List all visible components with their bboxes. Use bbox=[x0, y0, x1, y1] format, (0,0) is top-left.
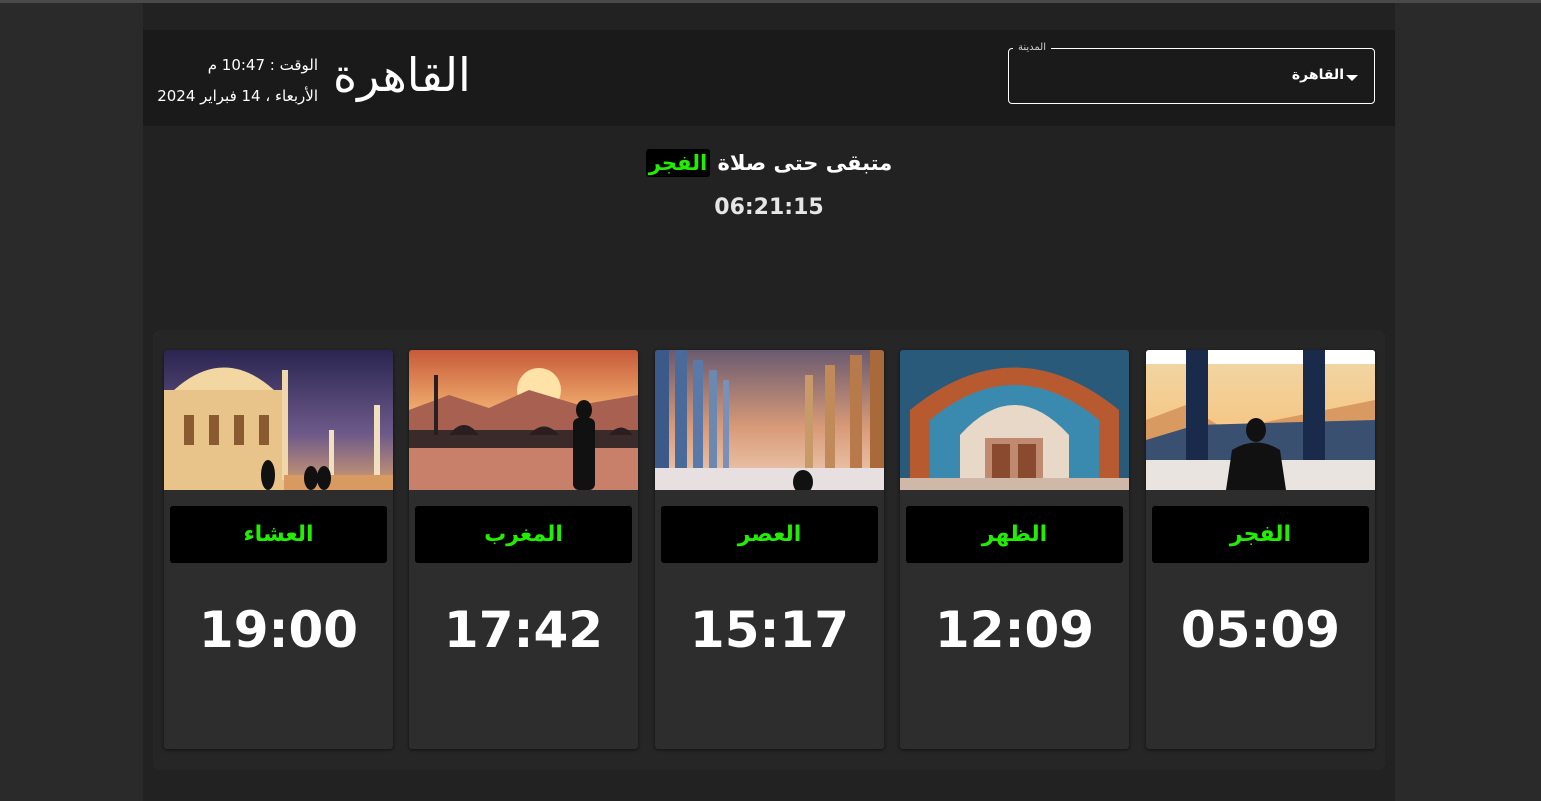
countdown-title: متبقى حتى صلاة الفجر bbox=[143, 145, 1395, 181]
prayer-time: 19:00 bbox=[198, 601, 359, 659]
chevron-down-icon bbox=[1346, 75, 1358, 81]
prayer-card-isha: العشاء 19:00 bbox=[164, 350, 393, 749]
header-bar: الوقت : 10:47 م الأربعاء ، 14 فبراير 202… bbox=[143, 30, 1395, 126]
mosque-night-icon bbox=[164, 350, 393, 490]
prayer-name: الفجر bbox=[1152, 506, 1369, 563]
city-title: القاهرة bbox=[333, 48, 471, 102]
countdown-prefix: متبقى حتى صلاة bbox=[717, 151, 893, 175]
prayer-card-dhuhr: الظهر 12:09 bbox=[900, 350, 1129, 749]
prayer-name: العصر bbox=[661, 506, 878, 563]
prayer-card-fajr: الفجر 05:09 bbox=[1146, 350, 1375, 749]
prayer-name: الظهر bbox=[906, 506, 1123, 563]
city-select-label: المدينة bbox=[1012, 41, 1051, 55]
prayer-name: المغرب bbox=[415, 506, 632, 563]
current-date: الأربعاء ، 14 فبراير 2024 bbox=[157, 87, 318, 105]
prayer-card-asr: العصر 15:17 bbox=[655, 350, 884, 749]
mosque-archway-icon bbox=[900, 350, 1129, 490]
prayer-cards-panel: العشاء 19:00 المغرب 17:42 العصر 15:17 ال… bbox=[153, 330, 1385, 770]
dawn-mountains-icon bbox=[1146, 350, 1375, 490]
sunset-reflection-icon bbox=[409, 350, 638, 490]
city-select[interactable]: المدينة القاهرة bbox=[1008, 41, 1375, 104]
app-container: الوقت : 10:47 م الأربعاء ، 14 فبراير 202… bbox=[143, 3, 1395, 801]
prayer-time: 17:42 bbox=[443, 601, 604, 659]
prayer-time: 05:09 bbox=[1180, 601, 1341, 659]
next-prayer-name: الفجر bbox=[645, 149, 711, 177]
countdown-timer: 06:21:15 bbox=[714, 195, 824, 220]
prayer-time: 12:09 bbox=[934, 601, 1095, 659]
prayer-time: 15:17 bbox=[689, 601, 850, 659]
time-info: الوقت : 10:47 م الأربعاء ، 14 فبراير 202… bbox=[153, 50, 318, 112]
city-select-value: القاهرة bbox=[1291, 67, 1344, 83]
current-time: الوقت : 10:47 م bbox=[207, 56, 318, 74]
prayer-name: العشاء bbox=[170, 506, 387, 563]
prayer-card-maghrib: المغرب 17:42 bbox=[409, 350, 638, 749]
arched-colonnade-icon bbox=[655, 350, 884, 490]
